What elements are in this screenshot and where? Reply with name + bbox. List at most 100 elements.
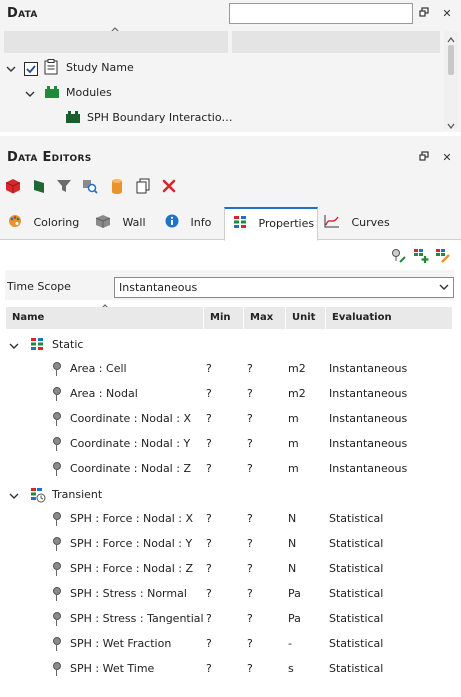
table-row[interactable]: SPH : Wet Time?? s Statistical (6, 656, 452, 681)
tree-scrollbar[interactable] (444, 31, 458, 129)
cell-name: Area : Cell (70, 362, 127, 375)
property-pin-icon (53, 387, 61, 401)
tree-header-col2[interactable] (232, 31, 440, 53)
tab-wall[interactable]: Wall (95, 208, 159, 238)
cell-unit: N (288, 537, 297, 550)
cylinder-icon[interactable] (109, 178, 127, 196)
cell-name: SPH : Force : Nodal : Y (70, 537, 193, 550)
tree-expand-arrow-icon[interactable] (25, 88, 35, 101)
cell-min: ? (206, 387, 212, 400)
cell-evaluation: Instantaneous (329, 362, 408, 375)
search-cube-icon[interactable] (82, 178, 100, 196)
close-icon[interactable]: ✕ (440, 151, 454, 165)
cell-max: ? (247, 387, 253, 400)
col-unit[interactable]: Unit (286, 307, 326, 329)
cell-min: ? (206, 437, 212, 450)
cell-max: ? (247, 462, 253, 475)
cell-evaluation: Statistical (329, 612, 384, 625)
property-pin-icon (53, 662, 61, 676)
cell-max: ? (247, 512, 253, 525)
tree-item-sph-boundary[interactable]: SPH Boundary Interactio… (87, 111, 233, 124)
edit-properties-icon[interactable] (435, 248, 451, 267)
table-row[interactable]: Area : Cell?? m2 Instantaneous (6, 356, 452, 381)
float-window-icon[interactable] (417, 151, 431, 165)
table-row[interactable]: SPH : Force : Nodal : Z?? N Statistical (6, 556, 452, 581)
table-row[interactable]: Coordinate : Nodal : Y?? m Instantaneous (6, 431, 452, 456)
property-pin-icon (53, 512, 61, 526)
col-min[interactable]: Min (204, 307, 244, 329)
delete-icon[interactable] (161, 178, 179, 196)
cell-max: ? (247, 637, 253, 650)
col-evaluation[interactable]: Evaluation (326, 307, 452, 329)
table-row[interactable]: SPH : Force : Nodal : X?? N Statistical (6, 506, 452, 531)
cell-min: ? (206, 637, 212, 650)
green-flag-icon[interactable] (31, 178, 49, 196)
table-row[interactable]: Area : Nodal?? m2 Instantaneous (6, 381, 452, 406)
table-row[interactable]: SPH : Stress : Tangential?? Pa Statistical (6, 606, 452, 631)
tab-properties[interactable]: Properties (224, 207, 318, 241)
time-scope-select[interactable]: Instantaneous (114, 277, 454, 298)
module-icon (65, 110, 81, 127)
cell-min: ? (206, 537, 212, 550)
tab-curves-label: Curves (351, 216, 390, 229)
data-search-input[interactable] (229, 3, 413, 24)
curves-icon (324, 215, 339, 228)
clipboard-icon (44, 59, 58, 78)
property-pin-icon (53, 637, 61, 651)
property-pin-icon (53, 587, 61, 601)
group-expand-arrow-icon[interactable] (9, 490, 19, 503)
group-expand-arrow-icon[interactable] (9, 340, 19, 353)
scroll-down-icon[interactable] (447, 119, 455, 132)
cell-min: ? (206, 587, 212, 600)
data-panel-title: Data (7, 6, 38, 21)
cell-unit: Pa (288, 612, 301, 625)
float-window-icon[interactable] (417, 7, 431, 21)
pin-edit-icon[interactable] (391, 248, 407, 267)
cell-unit: N (288, 562, 297, 575)
cell-unit: - (288, 637, 292, 650)
table-row[interactable]: SPH : Force : Nodal : Y?? N Statistical (6, 531, 452, 556)
cell-unit: m2 (288, 387, 306, 400)
wall-icon (95, 215, 111, 228)
cell-max: ? (247, 587, 253, 600)
table-row[interactable]: SPH : Wet Fraction?? - Statistical (6, 631, 452, 656)
cell-evaluation: Statistical (329, 512, 384, 525)
filter-icon[interactable] (56, 178, 74, 196)
tree-header-col1[interactable] (4, 31, 228, 53)
cell-unit: m2 (288, 362, 306, 375)
tree-expand-arrow-icon[interactable] (6, 63, 16, 76)
cell-min: ? (206, 562, 212, 575)
cell-max: ? (247, 437, 253, 450)
tab-info[interactable]: Info (165, 208, 225, 238)
tab-curves[interactable]: Curves (324, 208, 396, 238)
cell-min: ? (206, 512, 212, 525)
cell-unit: m (288, 437, 299, 450)
close-icon[interactable]: ✕ (440, 7, 454, 21)
cell-max: ? (247, 362, 253, 375)
static-group-icon (30, 337, 44, 354)
copy-icon[interactable] (135, 178, 153, 196)
group-label-static[interactable]: Static (52, 338, 83, 351)
add-property-icon[interactable] (413, 248, 429, 267)
checkbox-checked-icon[interactable] (24, 62, 38, 76)
property-pin-icon (53, 362, 61, 376)
group-label-transient[interactable]: Transient (52, 488, 102, 501)
col-max[interactable]: Max (244, 307, 286, 329)
cell-name: SPH : Force : Nodal : X (70, 512, 194, 525)
tab-wall-label: Wall (122, 216, 146, 229)
property-pin-icon (53, 412, 61, 426)
tree-item-modules[interactable]: Modules (66, 86, 112, 99)
time-scope-value: Instantaneous (119, 281, 198, 294)
table-row[interactable]: SPH : Stress : Normal?? Pa Statistical (6, 581, 452, 606)
table-row[interactable]: Coordinate : Nodal : Z?? m Instantaneous (6, 456, 452, 481)
tree-scrollbar-thumb[interactable] (448, 45, 454, 75)
cell-max: ? (247, 662, 253, 675)
tree-item-study-name[interactable]: Study Name (66, 61, 134, 74)
cell-name: SPH : Force : Nodal : Z (70, 562, 194, 575)
table-row[interactable]: Coordinate : Nodal : X?? m Instantaneous (6, 406, 452, 431)
cell-min: ? (206, 612, 212, 625)
red-cube-icon[interactable] (5, 178, 23, 196)
col-name[interactable]: Name (6, 307, 204, 329)
tab-coloring[interactable]: Coloring (8, 208, 88, 238)
time-scope-label: Time Scope (7, 280, 71, 293)
